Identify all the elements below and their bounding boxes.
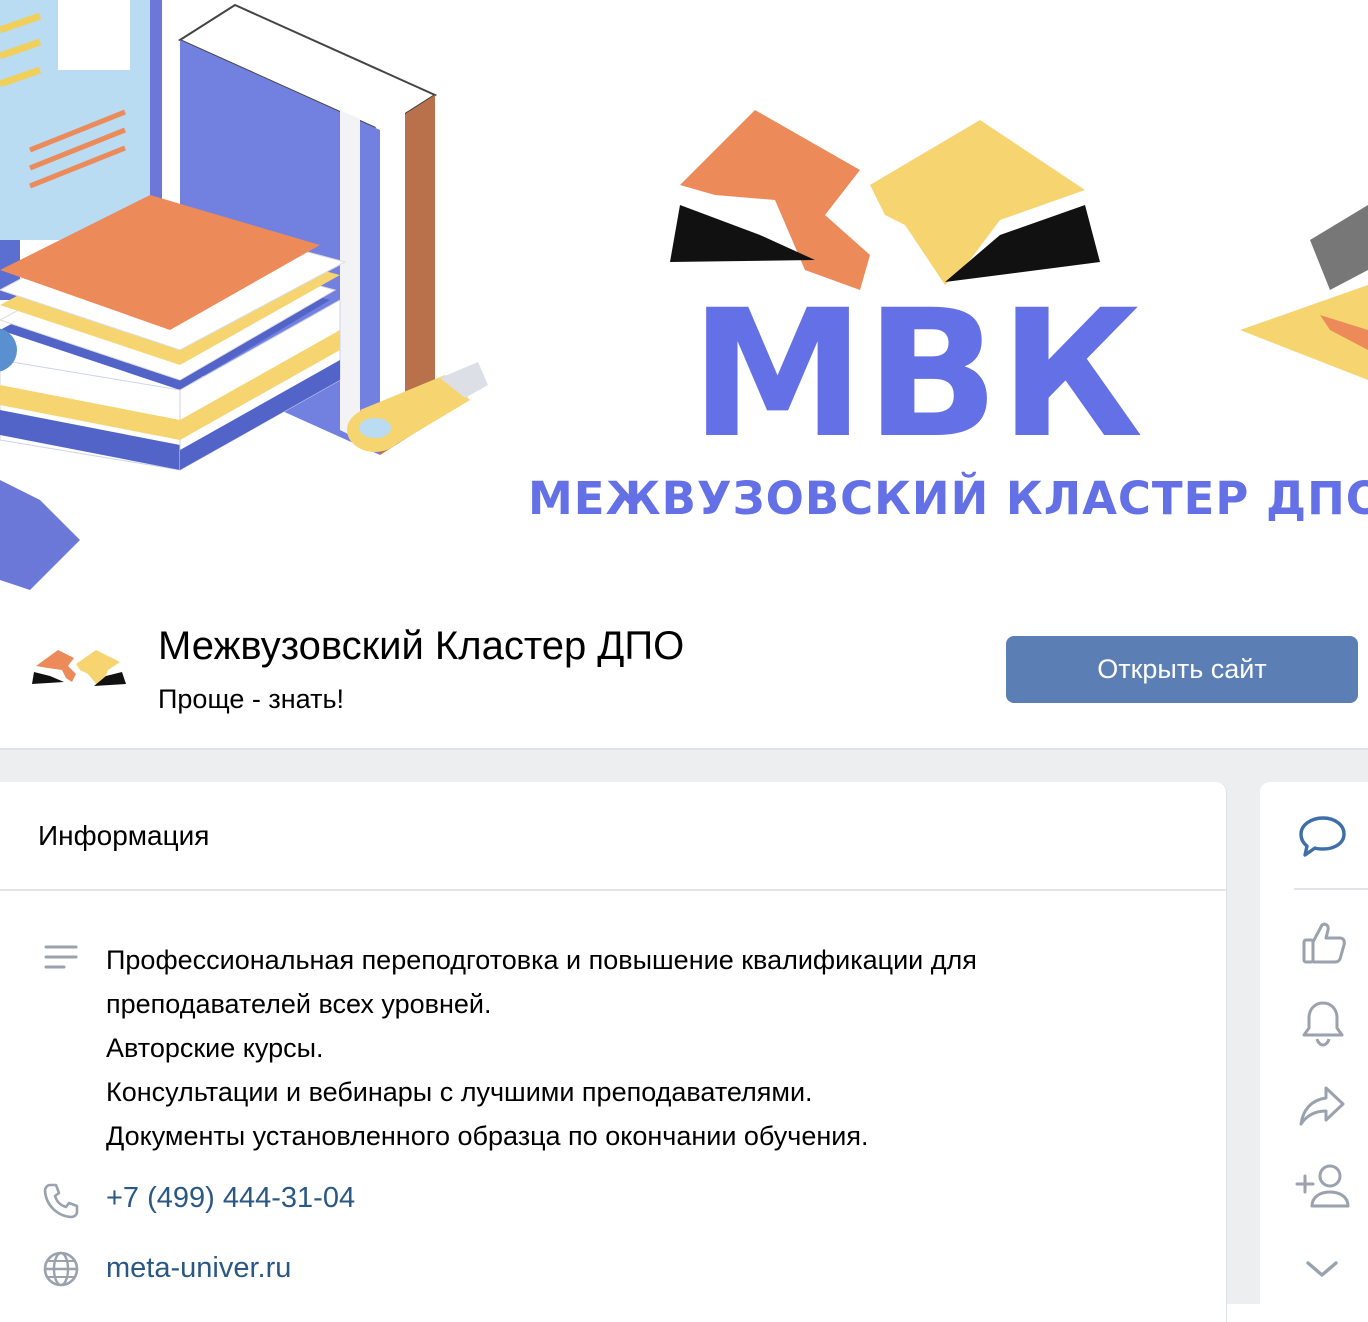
phone-link[interactable]: +7 (499) 444-31-04 [106, 1182, 355, 1215]
description-icon [44, 945, 78, 969]
cover-image: МВК МЕЖВУЗОВСКИЙ КЛАСТЕР ДПО [0, 0, 1368, 600]
chevron-down-icon[interactable] [1304, 1258, 1340, 1280]
group-status: Проще - знать! [158, 684, 345, 714]
globe-icon [43, 1251, 79, 1287]
message-icon[interactable] [1298, 814, 1348, 860]
cover-subtitle: МЕЖВУЗОВСКИЙ КЛАСТЕР ДПО [528, 472, 1368, 525]
group-description: Профессиональная переподготовка и повыше… [106, 938, 1166, 1158]
add-friend-icon[interactable] [1294, 1162, 1352, 1212]
description-line: Профессиональная переподготовка и повыше… [106, 945, 977, 975]
info-card-divider [0, 889, 1226, 891]
side-divider [1294, 888, 1368, 890]
group-avatar[interactable] [28, 636, 128, 696]
description-line: Документы установленного образца по окон… [106, 1121, 869, 1151]
like-icon[interactable] [1300, 920, 1348, 966]
side-actions-card [1260, 782, 1368, 1322]
description-line: Авторские курсы. [106, 1033, 324, 1063]
description-line: Консультации и вебинары с лучшими препод… [106, 1077, 813, 1107]
open-site-button[interactable]: Открыть сайт [1006, 636, 1358, 703]
description-line: преподавателей всех уровней. [106, 989, 492, 1019]
website-link[interactable]: meta-univer.ru [106, 1252, 291, 1285]
share-icon[interactable] [1298, 1084, 1346, 1128]
logo-letters: МВК [690, 272, 1143, 477]
info-card-title: Информация [38, 820, 210, 851]
phone-icon [43, 1183, 79, 1219]
group-name: Межвузовский Кластер ДПО [158, 624, 685, 668]
bell-icon[interactable] [1300, 998, 1346, 1048]
